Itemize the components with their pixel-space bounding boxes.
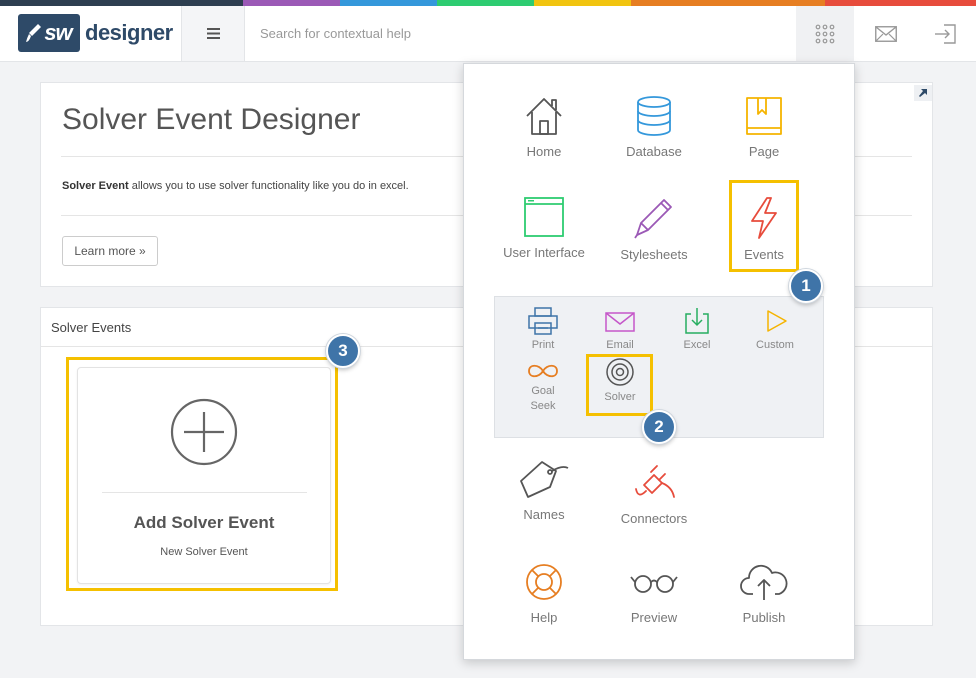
apps-grid-icon	[815, 24, 835, 43]
menu-item-page[interactable]: Page	[709, 96, 819, 159]
events-icon	[751, 197, 777, 239]
sub-item-print[interactable]: Print	[503, 307, 583, 353]
menu-item-help[interactable]: Help	[489, 562, 599, 625]
menu-item-label: Preview	[630, 610, 678, 625]
brush-icon	[26, 24, 42, 42]
sub-item-excel[interactable]: Excel	[657, 307, 737, 353]
menu-item-label: Home	[526, 144, 562, 159]
logo-mark: sw	[18, 14, 80, 52]
step-badge-1: 1	[789, 269, 823, 303]
sign-in-icon	[935, 23, 956, 44]
page-icon	[746, 97, 782, 135]
menu-item-names[interactable]: Names	[489, 459, 599, 522]
add-solver-event-title: Add Solver Event	[133, 513, 275, 532]
intro-description-bold: Solver Event	[62, 180, 129, 192]
menu-item-preview[interactable]: Preview	[599, 562, 709, 625]
email-icon	[605, 312, 635, 332]
menu-item-home[interactable]: Home	[489, 96, 599, 159]
sub-item-label: Email	[606, 339, 634, 351]
names-icon	[520, 461, 569, 498]
goal-seek-icon	[528, 364, 558, 378]
sub-item-custom[interactable]: Custom	[735, 307, 815, 353]
sub-item-label: Goal Seek	[530, 385, 556, 412]
sub-item-label: Excel	[683, 339, 711, 351]
logo-mark-text: sw	[44, 20, 72, 45]
mail-icon	[875, 25, 897, 42]
add-solver-event-card[interactable]: Add Solver Event New Solver Event	[77, 367, 331, 584]
help-icon	[526, 564, 562, 600]
learn-more-button[interactable]: Learn more »	[62, 236, 158, 266]
stylesheets-icon	[634, 199, 672, 239]
menu-item-label: Stylesheets	[620, 247, 688, 262]
top-bar: sw designer	[0, 6, 976, 62]
menu-item-connectors[interactable]: Connectors	[599, 459, 709, 526]
menu-item-stylesheets[interactable]: Stylesheets	[599, 197, 709, 262]
add-circle-icon	[170, 398, 238, 466]
preview-icon	[630, 575, 678, 593]
expand-button[interactable]	[914, 85, 932, 101]
sub-item-email[interactable]: Email	[580, 307, 660, 353]
menu-item-label: Page	[748, 144, 780, 159]
add-solver-event-subtitle: New Solver Event	[160, 546, 248, 558]
solver-icon	[606, 358, 634, 386]
step-badge-2: 2	[642, 410, 676, 444]
menu-item-label: Names	[523, 507, 565, 522]
menu-item-label: Publish	[742, 610, 786, 625]
sign-in-button[interactable]	[916, 6, 974, 61]
publish-icon	[740, 564, 788, 600]
step-badge-3: 3	[326, 334, 360, 368]
search-input[interactable]	[260, 21, 760, 45]
sub-item-label: Custom	[756, 339, 794, 351]
sub-item-label: Solver	[604, 391, 636, 403]
expand-arrow-icon	[919, 89, 927, 97]
menu-item-user-interface[interactable]: User Interface	[489, 197, 599, 260]
menu-item-publish[interactable]: Publish	[709, 562, 819, 625]
connectors-icon	[635, 465, 675, 498]
menu-icon	[206, 28, 220, 39]
sub-item-goal-seek[interactable]: Goal Seek	[503, 361, 583, 414]
sub-item-label: Print	[531, 339, 555, 351]
menu-item-database[interactable]: Database	[599, 96, 709, 159]
menu-toggle-button[interactable]	[181, 6, 245, 61]
apps-dropdown-panel: Home Database Page User Interface Styles…	[463, 63, 855, 660]
menu-item-label: Events	[744, 247, 784, 262]
menu-item-label: Connectors	[620, 511, 688, 526]
page-title: Solver Event Designer	[62, 103, 361, 136]
excel-icon	[685, 308, 709, 334]
intro-description: Solver Event allows you to use solver fu…	[62, 180, 409, 192]
logo-text: designer	[85, 20, 173, 45]
user-interface-icon	[524, 197, 564, 237]
menu-item-events[interactable]: Events	[709, 197, 819, 262]
sub-item-solver[interactable]: Solver	[580, 357, 660, 405]
custom-icon	[767, 310, 787, 332]
mail-button[interactable]	[857, 6, 915, 61]
menu-item-label: User Interface	[503, 245, 585, 260]
database-icon	[637, 96, 671, 136]
print-icon	[528, 307, 558, 335]
home-icon	[526, 98, 562, 135]
logo[interactable]: sw designer	[18, 14, 173, 52]
divider	[102, 492, 307, 493]
intro-description-text: allows you to use solver functionality l…	[128, 180, 409, 192]
apps-button[interactable]	[796, 6, 854, 61]
menu-item-label: Help	[530, 610, 558, 625]
menu-item-label: Database	[626, 144, 682, 159]
